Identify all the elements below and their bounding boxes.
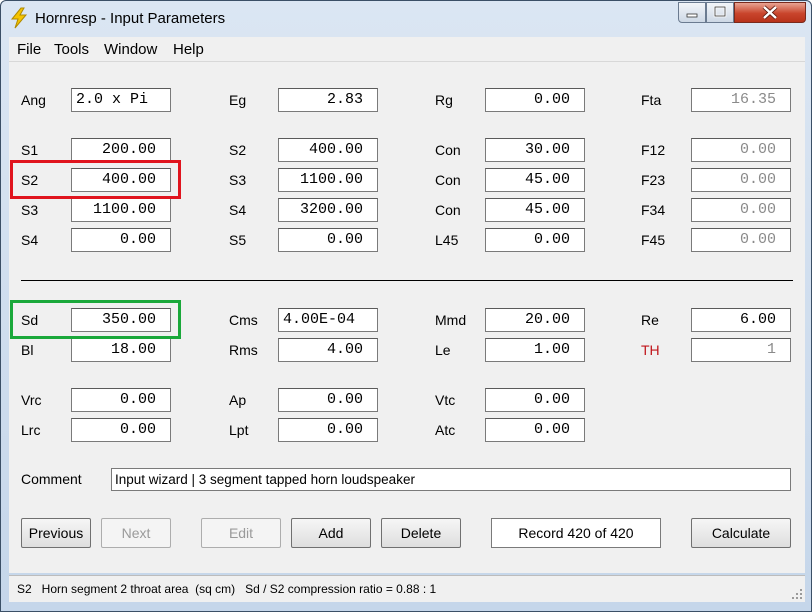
cms-field[interactable]: 4.00E-04 (278, 308, 378, 332)
lrc-field[interactable]: 0.00 (71, 418, 171, 442)
lpt-label: Lpt (229, 422, 249, 438)
menu-help[interactable]: Help (173, 41, 204, 58)
s4-field[interactable]: 0.00 (71, 228, 171, 252)
bl-label: Bl (21, 342, 34, 358)
f12-label: F12 (641, 142, 666, 158)
f34-field: 0.00 (691, 198, 791, 222)
s2b-label: S2 (229, 142, 247, 158)
ang-field[interactable]: 2.0 x Pi (71, 88, 171, 112)
f45-field: 0.00 (691, 228, 791, 252)
rms-label: Rms (229, 342, 258, 358)
input-parameters-panel: Ang 2.0 x Pi Eg 2.83 Rg 0.00 Fta 16.35 S… (9, 62, 805, 573)
s4b-field[interactable]: 3200.00 (278, 198, 378, 222)
ap-label: Ap (229, 392, 247, 408)
con1-label: Con (435, 142, 461, 158)
s1-field[interactable]: 200.00 (71, 138, 171, 162)
delete-button[interactable]: Delete (381, 518, 461, 548)
s3b-label: S3 (229, 172, 247, 188)
lightning-bolt-icon (10, 7, 28, 29)
fta-label: Fta (641, 92, 662, 108)
lrc-label: Lrc (21, 422, 41, 438)
mmd-label: Mmd (435, 312, 467, 328)
sd-highlight-box (10, 300, 181, 339)
con3-field[interactable]: 45.00 (485, 198, 585, 222)
re-label: Re (641, 312, 659, 328)
s4b-label: S4 (229, 202, 247, 218)
close-icon (762, 5, 778, 20)
s2b-field[interactable]: 400.00 (278, 138, 378, 162)
f34-label: F34 (641, 202, 666, 218)
status-text: S2 Horn segment 2 throat area (sq cm) Sd… (17, 582, 437, 596)
record-indicator: Record 420 of 420 (491, 518, 661, 548)
s3-field[interactable]: 1100.00 (71, 198, 171, 222)
vtc-field[interactable]: 0.00 (485, 388, 585, 412)
maximize-icon (713, 5, 727, 18)
le-label: Le (435, 342, 451, 358)
s5-label: S5 (229, 232, 247, 248)
atc-label: Atc (435, 422, 456, 438)
comment-label: Comment (21, 471, 82, 487)
close-button[interactable] (734, 2, 806, 23)
previous-button[interactable]: Previous (21, 518, 91, 548)
s3b-field[interactable]: 1100.00 (278, 168, 378, 192)
ap-field[interactable]: 0.00 (278, 388, 378, 412)
le-field[interactable]: 1.00 (485, 338, 585, 362)
eg-field[interactable]: 2.83 (278, 88, 378, 112)
maximize-button[interactable] (706, 2, 734, 23)
menu-bar: File Tools Window Help (9, 37, 805, 62)
bl-field[interactable]: 18.00 (71, 338, 171, 362)
f23-field: 0.00 (691, 168, 791, 192)
cms-label: Cms (229, 312, 258, 328)
con3-label: Con (435, 202, 461, 218)
con2-label: Con (435, 172, 461, 188)
vtc-label: Vtc (435, 392, 456, 408)
rg-label: Rg (435, 92, 453, 108)
window-title: Hornresp - Input Parameters (35, 10, 226, 27)
re-field[interactable]: 6.00 (691, 308, 791, 332)
add-button[interactable]: Add (291, 518, 371, 548)
minimize-button[interactable] (678, 2, 706, 23)
rms-field[interactable]: 4.00 (278, 338, 378, 362)
vrc-label: Vrc (21, 392, 42, 408)
menu-window[interactable]: Window (104, 41, 157, 58)
title-bar[interactable]: Hornresp - Input Parameters (1, 1, 811, 37)
l45-field[interactable]: 0.00 (485, 228, 585, 252)
section-divider (21, 280, 793, 281)
next-button[interactable]: Next (101, 518, 171, 548)
th-field: 1 (691, 338, 791, 362)
rg-field[interactable]: 0.00 (485, 88, 585, 112)
s2-highlight-box (10, 160, 181, 199)
vrc-field[interactable]: 0.00 (71, 388, 171, 412)
comment-field[interactable]: Input wizard | 3 segment tapped horn lou… (111, 468, 791, 491)
ang-label: Ang (21, 92, 46, 108)
s4-label: S4 (21, 232, 39, 248)
s3-label: S3 (21, 202, 39, 218)
f45-label: F45 (641, 232, 666, 248)
mmd-field[interactable]: 20.00 (485, 308, 585, 332)
status-bar: S2 Horn segment 2 throat area (sq cm) Sd… (9, 575, 805, 602)
minimize-icon (686, 13, 698, 18)
lpt-field[interactable]: 0.00 (278, 418, 378, 442)
resize-grip-icon[interactable] (791, 588, 803, 600)
s5-field[interactable]: 0.00 (278, 228, 378, 252)
l45-label: L45 (435, 232, 459, 248)
s1-label: S1 (21, 142, 39, 158)
con2-field[interactable]: 45.00 (485, 168, 585, 192)
atc-field[interactable]: 0.00 (485, 418, 585, 442)
menu-file[interactable]: File (17, 41, 41, 58)
edit-button[interactable]: Edit (201, 518, 281, 548)
th-label[interactable]: TH (641, 342, 660, 358)
fta-field: 16.35 (691, 88, 791, 112)
calculate-button[interactable]: Calculate (691, 518, 791, 548)
f23-label: F23 (641, 172, 666, 188)
app-window: Hornresp - Input Parameters File Tools W… (0, 0, 812, 612)
con1-field[interactable]: 30.00 (485, 138, 585, 162)
eg-label: Eg (229, 92, 247, 108)
f12-field: 0.00 (691, 138, 791, 162)
menu-tools[interactable]: Tools (54, 41, 89, 58)
